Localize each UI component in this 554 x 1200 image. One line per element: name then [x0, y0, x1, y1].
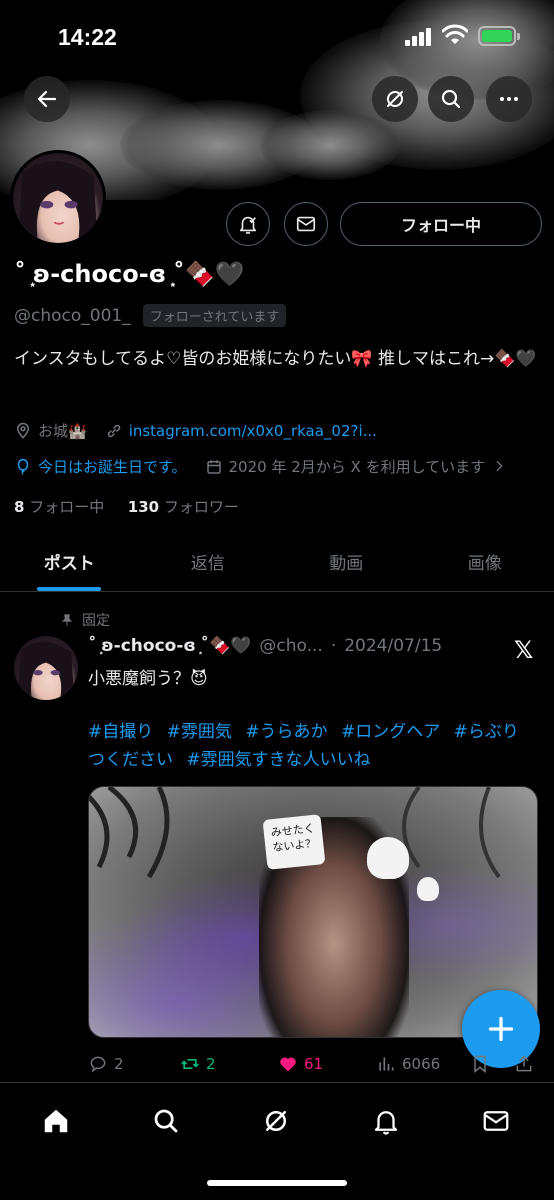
- post-separator: ·: [330, 636, 337, 656]
- media-sign: みせたく ないよ？: [262, 814, 326, 870]
- profile-bio: インスタもしてるよ♡皆のお姫様になりたい🎀 推しマはこれ→🍫🖤: [14, 349, 537, 369]
- status-time: 14:22: [58, 24, 117, 50]
- tab-images[interactable]: 画像: [416, 540, 554, 591]
- nav-messages[interactable]: [476, 1101, 516, 1141]
- more-button[interactable]: [486, 76, 532, 122]
- following-button[interactable]: フォロー中: [340, 202, 542, 246]
- hashtag-link[interactable]: #うらあか: [245, 722, 327, 742]
- post-author-avatar[interactable]: [14, 636, 78, 700]
- share-action[interactable]: [514, 1054, 534, 1074]
- post-author-handle[interactable]: @cho...: [259, 636, 322, 656]
- views-icon: [379, 1057, 394, 1071]
- grok-icon: [387, 91, 403, 107]
- post-hashtags: #自撮り #雰囲気 #うらあか #ロングヘア #らぶりつください #雰囲気すきな…: [88, 718, 528, 774]
- nav-home[interactable]: [36, 1101, 76, 1141]
- search-icon: [154, 1109, 178, 1133]
- share-icon: [516, 1055, 532, 1072]
- search-button[interactable]: [428, 76, 474, 122]
- grok-button[interactable]: [372, 76, 418, 122]
- pinned-label: 固定: [82, 613, 110, 629]
- post-author-name[interactable]: ˚ ͙ʚ-choco-ɞ ͙˚🍫🖤: [88, 636, 251, 656]
- follow-counts: 8 フォロー中 130 フォロワー: [14, 496, 239, 517]
- views-count: 6066: [402, 1055, 441, 1073]
- nav-notifications[interactable]: [366, 1101, 406, 1141]
- battery-icon: [478, 26, 520, 46]
- notification-bell-icon: [374, 1111, 398, 1135]
- tab-replies[interactable]: 返信: [139, 540, 278, 591]
- post-actions: 2 2 61 6066: [88, 1050, 548, 1078]
- follows-you-badge: フォローされています: [142, 304, 287, 327]
- pinned-label-row: 固定: [60, 610, 110, 630]
- x-logo-icon[interactable]: 𝕏: [514, 636, 533, 664]
- home-indicator[interactable]: [207, 1180, 347, 1186]
- plus-icon: [488, 1016, 514, 1042]
- like-count: 61: [304, 1055, 324, 1073]
- search-icon: [441, 89, 461, 109]
- nav-search[interactable]: [146, 1101, 186, 1141]
- pin-icon: [61, 614, 73, 626]
- back-arrow-icon: [37, 90, 57, 108]
- profile-tabs: ポスト 返信 動画 画像: [0, 540, 554, 592]
- notification-bell-icon: [239, 216, 257, 234]
- message-button[interactable]: [284, 202, 328, 246]
- birthday-text: 今日はお誕生日です。: [38, 458, 187, 476]
- hashtag-link[interactable]: #雰囲気すきな人いいね: [186, 750, 370, 770]
- profile-avatar[interactable]: [10, 150, 106, 246]
- repost-count: 2: [206, 1055, 216, 1073]
- like-icon: [280, 1057, 296, 1072]
- reply-action[interactable]: 2: [88, 1054, 124, 1074]
- views-action[interactable]: 6066: [376, 1054, 440, 1074]
- mail-icon: [296, 216, 316, 232]
- following-count[interactable]: 8: [14, 498, 24, 516]
- reply-icon: [90, 1056, 106, 1073]
- followers-label[interactable]: フォロワー: [164, 498, 239, 516]
- post-date[interactable]: 2024/07/15: [344, 636, 442, 656]
- bookmark-icon: [474, 1055, 486, 1074]
- joined-date: 2020 年 2月から X を利用しています: [228, 458, 486, 476]
- notification-toggle-button[interactable]: [226, 202, 270, 246]
- profile-location: お城🏰: [38, 422, 87, 440]
- hashtag-link[interactable]: #自撮り: [88, 722, 153, 742]
- display-name: ˚ ͙ʚ-choco-ɞ ͙˚🍫🖤: [14, 260, 245, 288]
- status-bar: 14:22: [0, 0, 554, 72]
- tab-posts[interactable]: ポスト: [0, 540, 139, 591]
- chevron-right-icon: [491, 458, 509, 476]
- post-image[interactable]: みせたく ないよ？: [88, 786, 538, 1038]
- nav-grok[interactable]: [256, 1101, 296, 1141]
- balloon-icon: [14, 458, 32, 476]
- more-icon: [500, 97, 518, 101]
- back-button[interactable]: [24, 76, 70, 122]
- birthday-joined-row: 今日はお誕生日です。 2020 年 2月から X を利用しています: [14, 456, 515, 477]
- mail-icon: [483, 1111, 509, 1131]
- post-header: ˚ ͙ʚ-choco-ɞ ͙˚🍫🖤 @cho... · 2024/07/15: [88, 636, 442, 656]
- following-label[interactable]: フォロー中: [29, 498, 104, 516]
- calendar-icon: [205, 458, 223, 476]
- location-icon: [14, 422, 32, 440]
- hashtag-link[interactable]: #雰囲気: [167, 722, 232, 742]
- grok-icon: [266, 1111, 286, 1131]
- profile-website-link[interactable]: instagram.com/x0x0_rkaa_02?i...: [129, 422, 377, 440]
- wifi-icon: [442, 24, 468, 44]
- followers-count[interactable]: 130: [128, 498, 159, 516]
- post-text: 小悪魔飼う？😈: [88, 669, 208, 689]
- location-link-row: お城🏰 instagram.com/x0x0_rkaa_02?i...: [14, 420, 377, 441]
- reply-count: 2: [114, 1055, 124, 1073]
- home-icon: [44, 1109, 68, 1133]
- like-action[interactable]: 61: [278, 1054, 323, 1074]
- link-icon: [105, 422, 123, 440]
- tab-videos[interactable]: 動画: [277, 540, 416, 591]
- handle-row: @choco_001_ フォローされています: [14, 304, 287, 327]
- user-handle: @choco_001_: [14, 305, 131, 326]
- repost-action[interactable]: 2: [180, 1054, 216, 1074]
- hashtag-link[interactable]: #ロングヘア: [341, 722, 440, 742]
- cellular-signal-icon: [405, 28, 433, 46]
- bookmark-action[interactable]: [470, 1054, 490, 1074]
- repost-icon: [181, 1059, 199, 1069]
